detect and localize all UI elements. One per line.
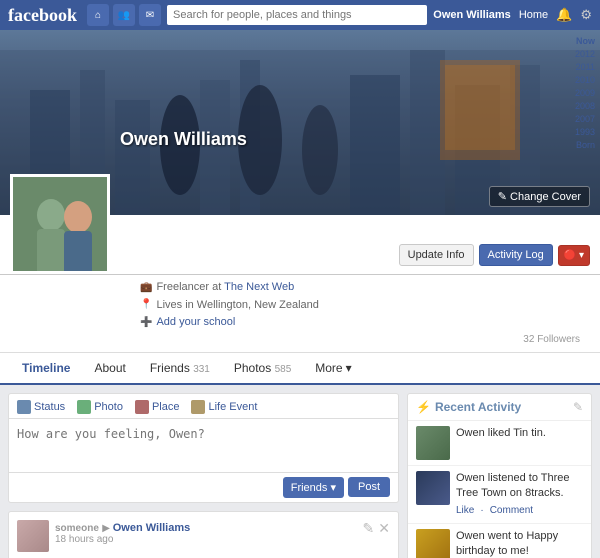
profile-actions: Update Info Activity Log 🔴 ▾ bbox=[399, 244, 590, 274]
post-1-avatar bbox=[17, 520, 49, 552]
post-1-author[interactable]: Owen Williams bbox=[113, 522, 191, 534]
header-right: Owen Williams Home 🔔 ⚙ bbox=[433, 7, 592, 23]
change-cover-button[interactable]: ✎ Change Cover bbox=[489, 186, 590, 207]
tabs-bar: Timeline About Friends 331 Photos 585 Mo… bbox=[0, 353, 600, 385]
header-user-name[interactable]: Owen Williams bbox=[433, 9, 511, 21]
location-text: Lives in Wellington, New Zealand bbox=[156, 297, 318, 315]
post-button[interactable]: Post bbox=[348, 477, 390, 497]
recent-activity-section: ⚡ Recent Activity ✎ Owen liked Tin tin. … bbox=[407, 393, 592, 558]
home-nav-icon[interactable]: ⌂ bbox=[87, 4, 109, 26]
timeline-2010[interactable]: 2010 bbox=[572, 74, 598, 86]
profile-name: Owen Williams bbox=[120, 129, 247, 150]
post-1-meta: someone ▶ Owen Williams 18 hours ago bbox=[55, 520, 357, 545]
search-input[interactable] bbox=[167, 5, 427, 25]
audience-selector[interactable]: Friends ▾ bbox=[283, 477, 344, 498]
header-nav-icons: ⌂ 👥 ✉ bbox=[87, 4, 161, 26]
life-event-tab[interactable]: Life Event bbox=[191, 400, 257, 418]
place-tab[interactable]: Place bbox=[135, 400, 180, 418]
facebook-logo: facebook bbox=[8, 5, 77, 26]
friends-nav-icon[interactable]: 👥 bbox=[113, 4, 135, 26]
location-icon: 📍 bbox=[140, 297, 152, 313]
timeline-born[interactable]: Born bbox=[572, 139, 598, 151]
post-1-from[interactable]: someone bbox=[55, 523, 99, 534]
tab-friends[interactable]: Friends 331 bbox=[138, 353, 222, 385]
photo-icon bbox=[77, 400, 91, 414]
post-input[interactable] bbox=[9, 419, 398, 469]
timeline-2009[interactable]: 2009 bbox=[572, 87, 598, 99]
recent-activity-title: ⚡ Recent Activity bbox=[416, 400, 521, 414]
info-school[interactable]: ➕ Add your school bbox=[140, 314, 590, 332]
feed-post-1: someone ▶ Owen Williams 18 hours ago ✎ ✕… bbox=[8, 511, 399, 558]
header-home-link[interactable]: Home bbox=[519, 9, 548, 21]
activity-item-1: Owen liked Tin tin. bbox=[408, 421, 591, 466]
settings-icon[interactable]: ⚙ bbox=[580, 7, 592, 23]
activity-dropdown[interactable]: 🔴 ▾ bbox=[558, 245, 590, 266]
timeline-2012[interactable]: 2012 bbox=[572, 48, 598, 60]
notifications-icon[interactable]: 🔔 bbox=[556, 7, 572, 23]
activity-log-button[interactable]: Activity Log bbox=[479, 244, 553, 266]
activity-icon: ⚡ bbox=[416, 400, 431, 414]
more-chevron: ▾ bbox=[346, 361, 352, 375]
activity-thumb-1 bbox=[416, 426, 450, 460]
photo-tab[interactable]: Photo bbox=[77, 400, 123, 418]
x-icon[interactable]: ✕ bbox=[378, 520, 390, 537]
pencil-icon[interactable]: ✎ bbox=[363, 520, 375, 537]
avatar-image bbox=[13, 177, 110, 274]
left-column: Status Photo Place Life Event bbox=[8, 393, 399, 558]
messages-nav-icon[interactable]: ✉ bbox=[139, 4, 161, 26]
timeline-nav: Now 2012 2011 2010 2009 2008 2007 1993 B… bbox=[572, 35, 598, 151]
followers-count: 32 Followers bbox=[523, 332, 590, 348]
post-footer: Friends ▾ Post bbox=[9, 472, 398, 502]
job-text: Freelancer at The Next Web bbox=[156, 279, 294, 297]
like-link-2[interactable]: Like bbox=[456, 504, 474, 518]
activity-text-3: Owen went to Happy birthday to me! bbox=[456, 529, 583, 558]
recent-activity-header: ⚡ Recent Activity ✎ bbox=[408, 394, 591, 421]
activity-item-2: Owen listened to Three Tree Town on 8tra… bbox=[408, 466, 591, 524]
tab-photos[interactable]: Photos 585 bbox=[222, 353, 303, 385]
activity-text-2: Owen listened to Three Tree Town on 8tra… bbox=[456, 471, 583, 518]
activity-text-1: Owen liked Tin tin. bbox=[456, 426, 546, 441]
activity-thumb-2 bbox=[416, 471, 450, 505]
timeline-2011[interactable]: 2011 bbox=[572, 61, 598, 73]
header: facebook ⌂ 👥 ✉ Owen Williams Home 🔔 ⚙ bbox=[0, 0, 600, 30]
timeline-now[interactable]: Now bbox=[572, 35, 598, 47]
activity-thumb-3 bbox=[416, 529, 450, 558]
profile-avatar bbox=[10, 174, 110, 274]
info-location: 📍 Lives in Wellington, New Zealand bbox=[140, 297, 590, 315]
post-box: Status Photo Place Life Event bbox=[8, 393, 399, 503]
main-content: Status Photo Place Life Event bbox=[0, 385, 600, 558]
status-tab[interactable]: Status bbox=[17, 400, 65, 418]
tab-timeline[interactable]: Timeline bbox=[10, 353, 82, 385]
school-icon: ➕ bbox=[140, 315, 152, 331]
info-job: 💼 Freelancer at The Next Web bbox=[140, 279, 590, 297]
activity-sub-2: Like · Comment bbox=[456, 504, 583, 518]
tab-about[interactable]: About bbox=[82, 353, 137, 385]
timeline-1993[interactable]: 1993 bbox=[572, 126, 598, 138]
right-column: ⚡ Recent Activity ✎ Owen liked Tin tin. … bbox=[407, 393, 592, 558]
job-link[interactable]: The Next Web bbox=[224, 281, 294, 293]
timeline-2007[interactable]: 2007 bbox=[572, 113, 598, 125]
job-icon: 💼 bbox=[140, 280, 152, 296]
activity-edit-icon[interactable]: ✎ bbox=[573, 400, 583, 414]
comment-link-2[interactable]: Comment bbox=[490, 504, 533, 518]
profile-bar: Update Info Activity Log 🔴 ▾ bbox=[0, 215, 600, 275]
place-icon bbox=[135, 400, 149, 414]
tab-more[interactable]: More ▾ bbox=[303, 353, 363, 385]
timeline-2008[interactable]: 2008 bbox=[572, 100, 598, 112]
info-bar: 💼 Freelancer at The Next Web 📍 Lives in … bbox=[0, 275, 600, 353]
post-tabs: Status Photo Place Life Event bbox=[9, 394, 398, 419]
post-1-header: someone ▶ Owen Williams 18 hours ago ✎ ✕ bbox=[17, 520, 390, 552]
post-1-time: 18 hours ago bbox=[55, 534, 357, 545]
post-1-actions: ✎ ✕ bbox=[363, 520, 390, 537]
status-icon bbox=[17, 400, 31, 414]
activity-item-3: Owen went to Happy birthday to me! bbox=[408, 524, 591, 558]
life-event-icon bbox=[191, 400, 205, 414]
update-info-button[interactable]: Update Info bbox=[399, 244, 474, 266]
school-text[interactable]: Add your school bbox=[156, 314, 235, 332]
